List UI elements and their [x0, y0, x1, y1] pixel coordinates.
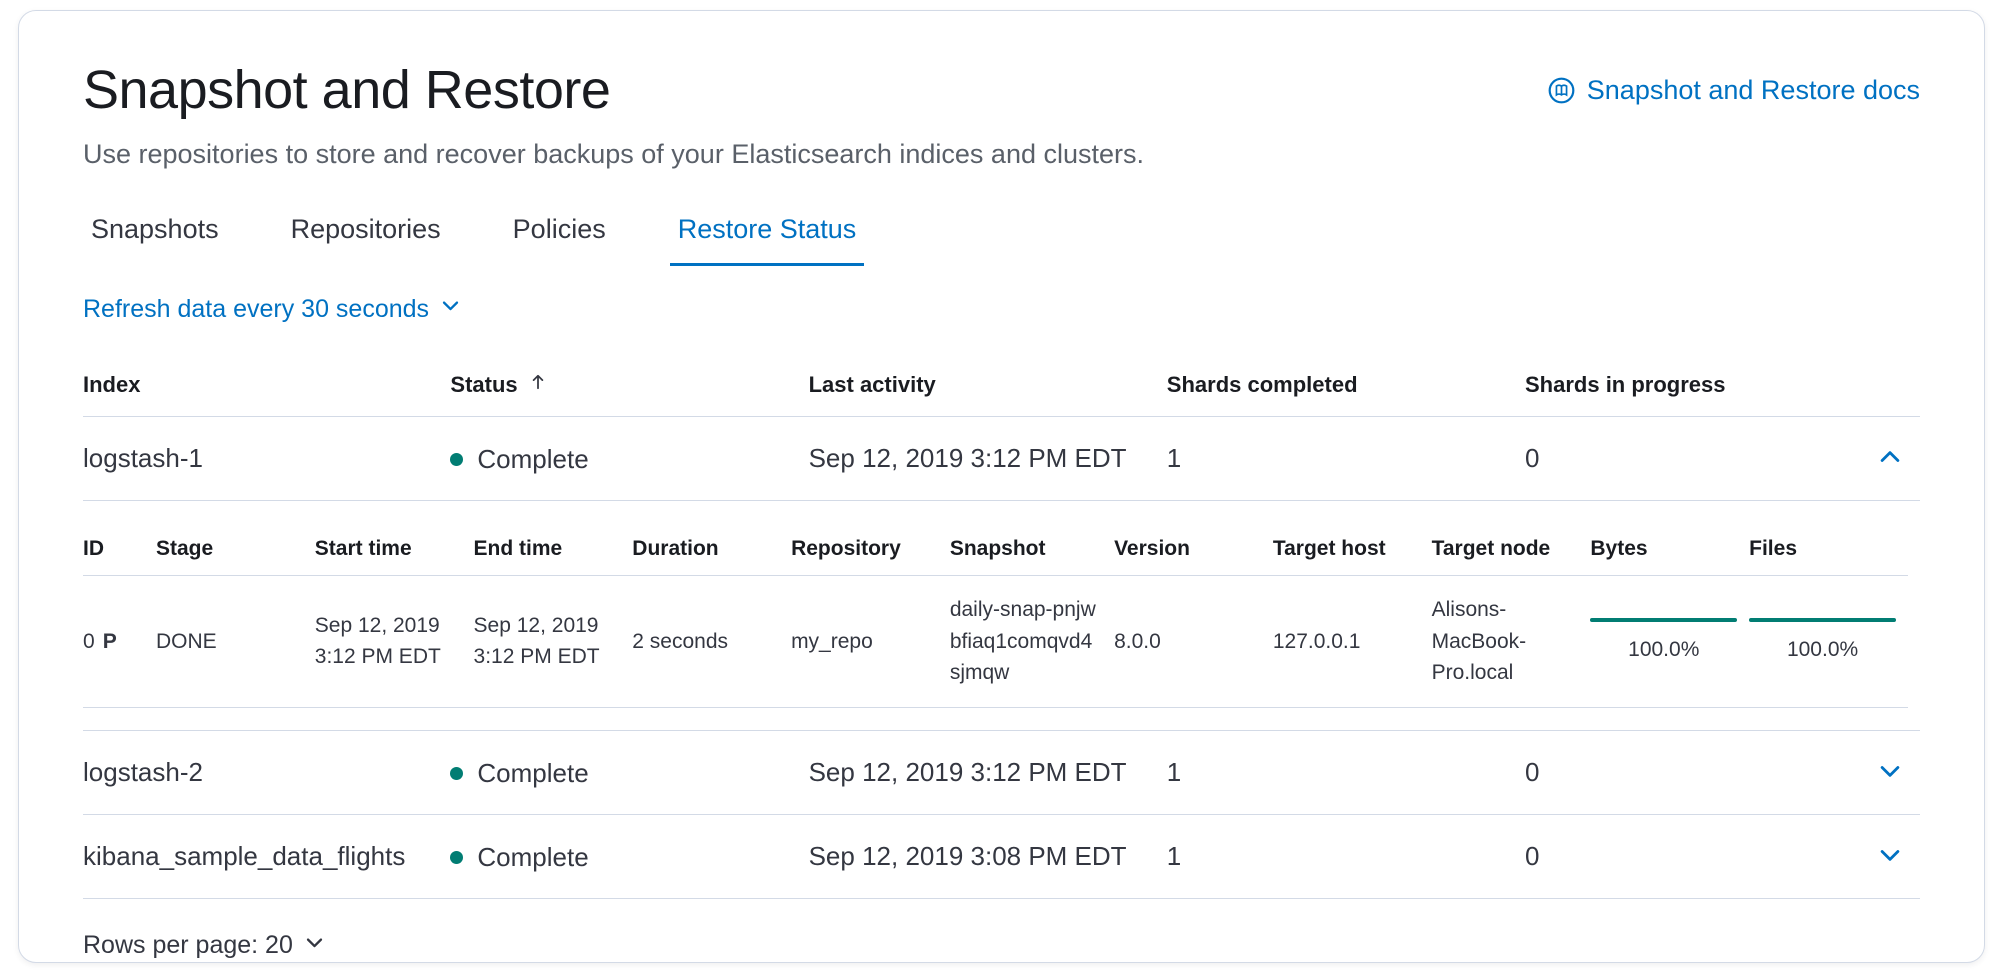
page-header: Snapshot and Restore Snapshot and Restor…	[83, 59, 1920, 121]
detail-column-version: Version	[1114, 523, 1273, 576]
detail-column-duration: Duration	[632, 523, 791, 576]
table-row-logstash-2: logstash-2 Complete Sep 12, 2019 3:12 PM…	[83, 730, 1920, 814]
expander-cell	[1865, 730, 1920, 814]
tabs: Snapshots Repositories Policies Restore …	[83, 210, 1920, 266]
rows-per-page-label: Rows per page: 20	[83, 931, 293, 960]
shards-in-progress-cell: 0	[1525, 417, 1865, 501]
refresh-interval-label: Refresh data every 30 seconds	[83, 295, 429, 324]
status-success-dot-icon	[450, 851, 463, 864]
detail-column-target-node: Target node	[1432, 523, 1591, 576]
chevron-down-icon	[1876, 757, 1904, 788]
detail-start-time-cell: Sep 12, 2019 3:12 PM EDT	[315, 576, 474, 708]
detail-data-row: 0 P DONE Sep 12, 2019 3:12 PM EDT Sep 12…	[83, 576, 1908, 708]
expand-row-button[interactable]	[1872, 837, 1908, 876]
chevron-down-icon	[303, 931, 326, 961]
shard-primary-badge: P	[103, 626, 117, 658]
column-header-index: Index	[83, 358, 450, 417]
status-label: Complete	[477, 842, 588, 873]
index-cell: logstash-2	[83, 730, 450, 814]
status-cell: Complete	[450, 730, 808, 814]
shard-detail-table: ID Stage Start time End time Duration Re…	[83, 523, 1908, 708]
column-header-shards-in-progress: Shards in progress	[1525, 358, 1865, 417]
detail-bytes-cell: 100.0%	[1590, 576, 1749, 708]
shards-completed-cell: 1	[1167, 730, 1525, 814]
app-window: Snapshot and Restore Snapshot and Restor…	[18, 10, 1985, 963]
bytes-progress-bar	[1590, 618, 1737, 622]
docs-link-label: Snapshot and Restore docs	[1587, 75, 1920, 106]
tab-policies[interactable]: Policies	[505, 210, 614, 266]
status-label: Complete	[477, 758, 588, 789]
column-header-shards-completed: Shards completed	[1167, 358, 1525, 417]
detail-target-node-cell: Alisons-MacBook-Pro.local	[1432, 576, 1591, 708]
column-header-status-label: Status	[450, 372, 517, 398]
detail-column-files: Files	[1749, 523, 1908, 576]
detail-column-stage: Stage	[156, 523, 315, 576]
index-cell: kibana_sample_data_flights	[83, 814, 450, 898]
expander-cell	[1865, 417, 1920, 501]
detail-target-host-cell: 127.0.0.1	[1273, 576, 1432, 708]
expander-cell	[1865, 814, 1920, 898]
detail-version-cell: 8.0.0	[1114, 576, 1273, 708]
files-progress-bar	[1749, 618, 1896, 622]
docs-link[interactable]: Snapshot and Restore docs	[1548, 75, 1920, 106]
shards-completed-cell: 1	[1167, 814, 1525, 898]
detail-column-end-time: End time	[474, 523, 633, 576]
shards-in-progress-cell: 0	[1525, 814, 1865, 898]
tab-repositories[interactable]: Repositories	[283, 210, 449, 266]
status-cell: Complete	[450, 814, 808, 898]
detail-end-time-cell: Sep 12, 2019 3:12 PM EDT	[474, 576, 633, 708]
page-subtitle: Use repositories to store and recover ba…	[83, 139, 1920, 170]
last-activity-cell: Sep 12, 2019 3:12 PM EDT	[809, 417, 1167, 501]
expanded-detail-panel: ID Stage Start time End time Duration Re…	[83, 501, 1920, 731]
detail-column-start-time: Start time	[315, 523, 474, 576]
detail-column-target-host: Target host	[1273, 523, 1432, 576]
refresh-interval-control[interactable]: Refresh data every 30 seconds	[83, 294, 462, 324]
expand-row-button[interactable]	[1872, 753, 1908, 792]
detail-header-row: ID Stage Start time End time Duration Re…	[83, 523, 1908, 576]
status-cell: Complete	[450, 417, 808, 501]
detail-files-cell: 100.0%	[1749, 576, 1908, 708]
status-success-dot-icon	[450, 767, 463, 780]
chevron-down-icon	[1876, 841, 1904, 872]
detail-duration-cell: 2 seconds	[632, 576, 791, 708]
tab-restore-status[interactable]: Restore Status	[670, 210, 865, 266]
tab-snapshots[interactable]: Snapshots	[83, 210, 227, 266]
page-title: Snapshot and Restore	[83, 59, 610, 121]
restore-status-table: Index Status Last activity Shards c	[83, 358, 1920, 899]
shards-completed-cell: 1	[1167, 417, 1525, 501]
detail-column-snapshot: Snapshot	[950, 523, 1114, 576]
table-row-logstash-1: logstash-1 Complete Sep 12, 2019 3:12 PM…	[83, 417, 1920, 501]
column-header-last-activity: Last activity	[809, 358, 1167, 417]
page-content: Snapshot and Restore Snapshot and Restor…	[19, 11, 1984, 963]
table-header-row: Index Status Last activity Shards c	[83, 358, 1920, 417]
docs-icon	[1548, 77, 1575, 104]
detail-id-cell: 0 P	[83, 576, 156, 708]
index-cell: logstash-1	[83, 417, 450, 501]
detail-column-id: ID	[83, 523, 156, 576]
files-progress-value: 100.0%	[1749, 634, 1896, 666]
rows-per-page-control[interactable]: Rows per page: 20	[83, 931, 326, 961]
table-row-kibana-sample-data-flights: kibana_sample_data_flights Complete Sep …	[83, 814, 1920, 898]
last-activity-cell: Sep 12, 2019 3:12 PM EDT	[809, 730, 1167, 814]
collapse-row-button[interactable]	[1872, 439, 1908, 478]
status-success-dot-icon	[450, 453, 463, 466]
shard-id-value: 0	[83, 626, 95, 658]
shards-in-progress-cell: 0	[1525, 730, 1865, 814]
detail-column-bytes: Bytes	[1590, 523, 1749, 576]
bytes-progress-value: 100.0%	[1590, 634, 1737, 666]
detail-snapshot-cell: daily-snap-pnjwbfiaq1comqvd4sjmqw	[950, 576, 1114, 708]
chevron-down-icon	[439, 294, 462, 324]
expanded-detail-row: ID Stage Start time End time Duration Re…	[83, 501, 1920, 731]
detail-stage-cell: DONE	[156, 576, 315, 708]
column-header-expander	[1865, 358, 1920, 417]
detail-column-repository: Repository	[791, 523, 950, 576]
column-header-status[interactable]: Status	[450, 358, 808, 417]
chevron-up-icon	[1876, 443, 1904, 474]
last-activity-cell: Sep 12, 2019 3:08 PM EDT	[809, 814, 1167, 898]
status-label: Complete	[477, 444, 588, 475]
detail-repository-cell: my_repo	[791, 576, 950, 708]
sort-ascending-icon	[528, 372, 548, 398]
